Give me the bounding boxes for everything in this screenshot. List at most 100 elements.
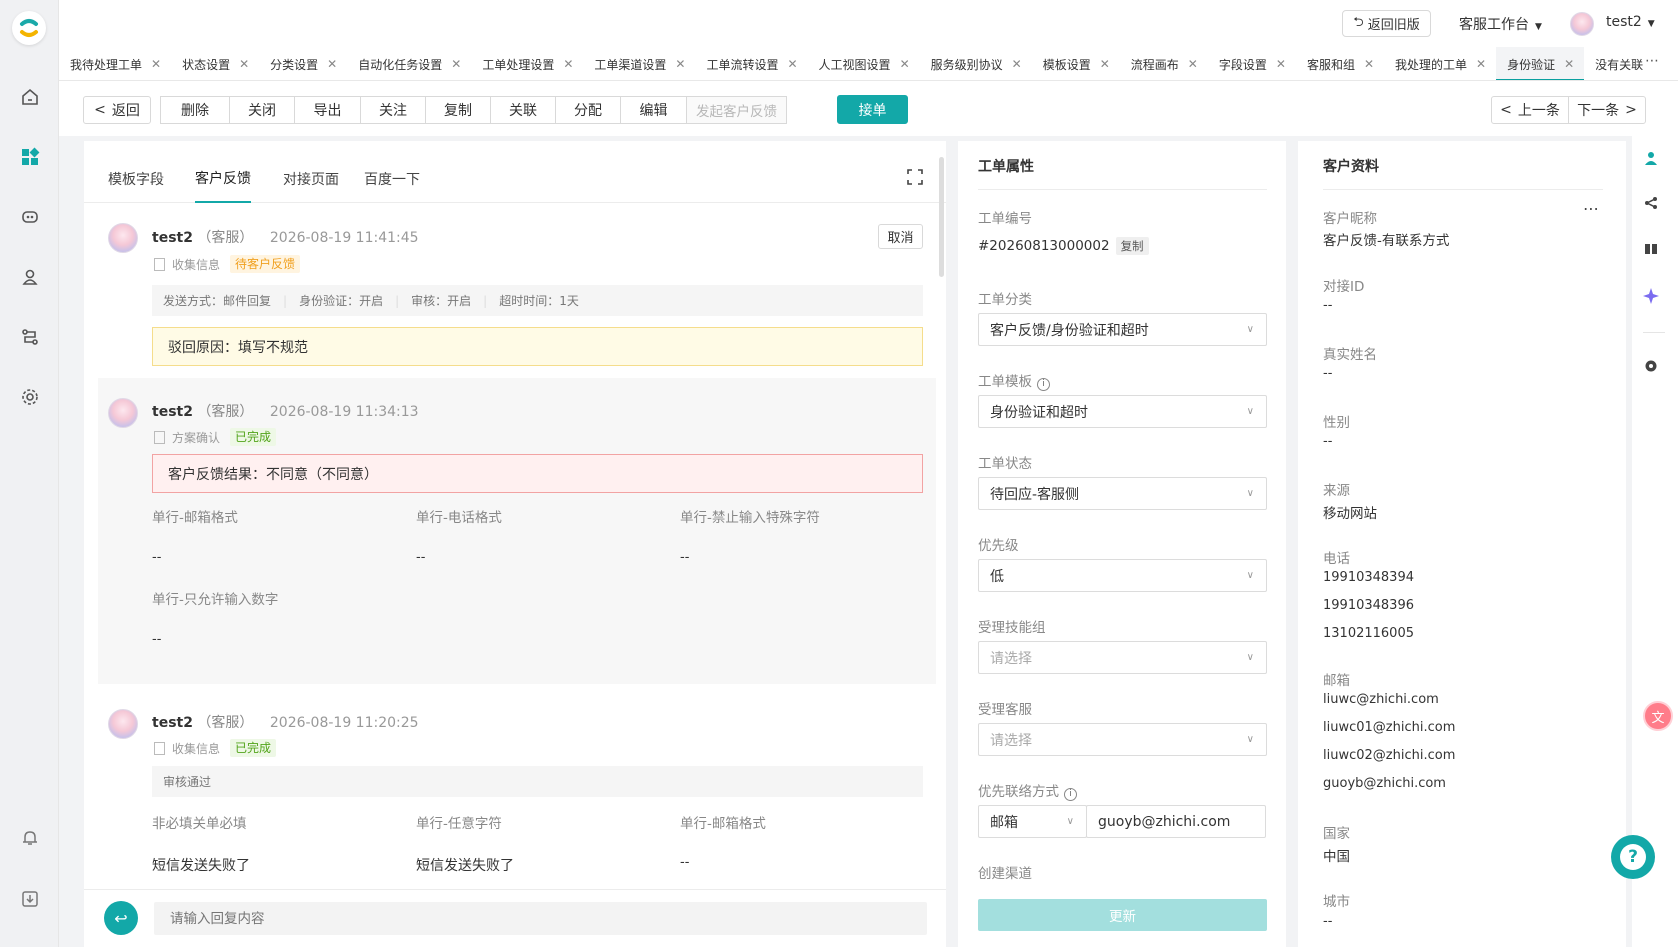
tab-item[interactable]: 模板设置 ✕ <box>1032 47 1120 80</box>
tab-item[interactable]: 流程画布 ✕ <box>1120 47 1208 80</box>
reply-input[interactable] <box>154 902 927 935</box>
start-feedback-button[interactable]: 发起客户反馈 <box>686 96 787 124</box>
tab-item[interactable]: 人工视图设置 ✕ <box>808 47 920 80</box>
phone-value: 13102116005 <box>1323 626 1414 641</box>
reply-icon[interactable]: ↩ <box>104 901 138 935</box>
close-icon[interactable]: ✕ <box>1476 57 1486 71</box>
close-icon[interactable]: ✕ <box>239 57 249 71</box>
toolbar-action-button[interactable]: 删除 <box>160 96 230 124</box>
tab-item[interactable]: 字段设置 ✕ <box>1208 47 1296 80</box>
close-icon[interactable]: ✕ <box>1188 57 1198 71</box>
back-button[interactable]: < 返回 <box>83 96 151 124</box>
close-icon[interactable]: ✕ <box>1100 57 1110 71</box>
tab-item[interactable]: 没有关联 <box>1584 47 1653 80</box>
copy-button[interactable]: 复制 <box>1115 237 1149 255</box>
tab-item[interactable]: 我处理的工单 ✕ <box>1384 47 1496 80</box>
category-select[interactable]: 客户反馈/身份验证和超时 ∨ <box>978 313 1267 346</box>
entry-time: 2026-08-19 11:34:13 <box>269 404 419 420</box>
users-icon[interactable] <box>17 264 43 290</box>
user-menu[interactable]: test2 ▼ <box>1606 14 1655 30</box>
help-icon[interactable]: ? <box>1611 835 1655 879</box>
tab-item[interactable]: 我待处理工单 ✕ <box>59 47 171 80</box>
more-tabs-icon[interactable]: ⋯ <box>1645 53 1659 69</box>
skill-group-select[interactable]: 请选择 ∨ <box>978 641 1267 674</box>
content-tab[interactable]: 模板字段 <box>108 155 164 203</box>
tab-item[interactable]: 身份验证 ✕ <box>1496 47 1585 80</box>
home-icon[interactable] <box>17 84 43 110</box>
chevron-down-icon: ∨ <box>1246 652 1254 663</box>
entry-user: test2 <box>152 404 193 420</box>
toolbar-action-button[interactable]: 关联 <box>490 96 556 124</box>
toolbar-action-button[interactable]: 分配 <box>555 96 621 124</box>
translate-icon[interactable]: 文 <box>1643 701 1673 731</box>
download-icon[interactable] <box>17 886 43 912</box>
app-logo[interactable] <box>12 11 46 45</box>
bell-icon[interactable] <box>17 825 43 851</box>
email-value: guoyb@zhichi.com <box>1323 776 1446 791</box>
back-old-version-button[interactable]: ⮌ 返回旧版 <box>1342 10 1431 37</box>
close-icon[interactable]: ✕ <box>787 57 797 71</box>
toolbar-action-button[interactable]: 编辑 <box>620 96 687 124</box>
next-button[interactable]: 下一条 > <box>1568 96 1646 124</box>
template-select[interactable]: 身份验证和超时 ∨ <box>978 395 1267 428</box>
flow-icon[interactable] <box>17 324 43 350</box>
user-avatar <box>108 709 138 739</box>
tab-item[interactable]: 分类设置 ✕ <box>259 47 347 80</box>
cancel-button[interactable]: 取消 <box>878 224 923 249</box>
toolbar-action-button[interactable]: 关闭 <box>229 96 295 124</box>
close-icon[interactable]: ✕ <box>1364 57 1374 71</box>
tab-item[interactable]: 状态设置 ✕ <box>171 47 259 80</box>
content-tab[interactable]: 百度一下 <box>364 155 420 203</box>
workbench-dropdown[interactable]: 客服工作台 ▼ <box>1459 14 1542 34</box>
toolbar-action-button[interactable]: 导出 <box>294 96 361 124</box>
update-button[interactable]: 更新 <box>978 899 1267 931</box>
close-icon[interactable]: ✕ <box>563 57 573 71</box>
tab-item[interactable]: 客服和组 ✕ <box>1296 47 1384 80</box>
status-select[interactable]: 待回应-客服侧 ∨ <box>978 477 1267 510</box>
tab-item[interactable]: 自动化任务设置 ✕ <box>347 47 471 80</box>
feedback-result: 客户反馈结果：不同意（不同意） <box>152 454 923 493</box>
robot-icon[interactable] <box>17 204 43 230</box>
close-icon[interactable]: ✕ <box>451 57 461 71</box>
sparkle-icon[interactable] <box>1640 285 1662 307</box>
agent-select[interactable]: 请选择 ∨ <box>978 723 1267 756</box>
close-icon[interactable]: ✕ <box>1564 57 1574 71</box>
gear-icon[interactable] <box>1640 355 1662 377</box>
contact-type-select[interactable]: 邮箱 ∨ <box>978 805 1087 838</box>
close-icon[interactable]: ✕ <box>151 57 161 71</box>
close-icon[interactable]: ✕ <box>900 57 910 71</box>
field-label: 工单状态 <box>978 456 1032 472</box>
accept-button[interactable]: 接单 <box>837 95 908 124</box>
tab-item[interactable]: 工单处理设置 ✕ <box>471 47 583 80</box>
entry-user: test2 <box>152 230 193 246</box>
close-icon[interactable]: ✕ <box>327 57 337 71</box>
scrollbar[interactable] <box>939 157 944 277</box>
chevron-down-icon: ∨ <box>1246 734 1254 745</box>
toolbar-action-button[interactable]: 复制 <box>425 96 491 124</box>
close-icon[interactable]: ✕ <box>1012 57 1022 71</box>
person-icon[interactable] <box>1640 147 1662 169</box>
fullscreen-icon[interactable] <box>906 168 924 186</box>
settings-icon[interactable] <box>17 384 43 410</box>
user-avatar[interactable] <box>1570 12 1594 36</box>
toolbar-action-button[interactable]: 关注 <box>360 96 426 124</box>
caret-down-icon: ▼ <box>1535 22 1542 32</box>
close-icon[interactable]: ✕ <box>1276 57 1286 71</box>
contact-value-input[interactable]: guoyb@zhichi.com <box>1086 805 1266 838</box>
tab-item[interactable]: 工单渠道设置 ✕ <box>583 47 695 80</box>
entry-type: 方案确认 <box>172 430 221 445</box>
field-label: 工单分类 <box>978 292 1032 308</box>
close-icon[interactable]: ✕ <box>675 57 685 71</box>
more-options-icon[interactable]: ⋯ <box>1583 199 1599 218</box>
field-label: 客户昵称 <box>1323 211 1377 227</box>
content-tab[interactable]: 客户反馈 <box>195 155 251 203</box>
tab-item[interactable]: 服务级别协议 ✕ <box>920 47 1032 80</box>
prev-button[interactable]: < 上一条 <box>1491 96 1569 124</box>
share-icon[interactable] <box>1640 192 1662 214</box>
tab-item[interactable]: 工单流转设置 ✕ <box>695 47 807 80</box>
field-value: -- <box>152 550 162 565</box>
workbench-icon[interactable] <box>17 144 43 170</box>
content-tab[interactable]: 对接页面 <box>283 155 339 203</box>
book-icon[interactable] <box>1640 238 1662 260</box>
priority-select[interactable]: 低 ∨ <box>978 559 1267 592</box>
